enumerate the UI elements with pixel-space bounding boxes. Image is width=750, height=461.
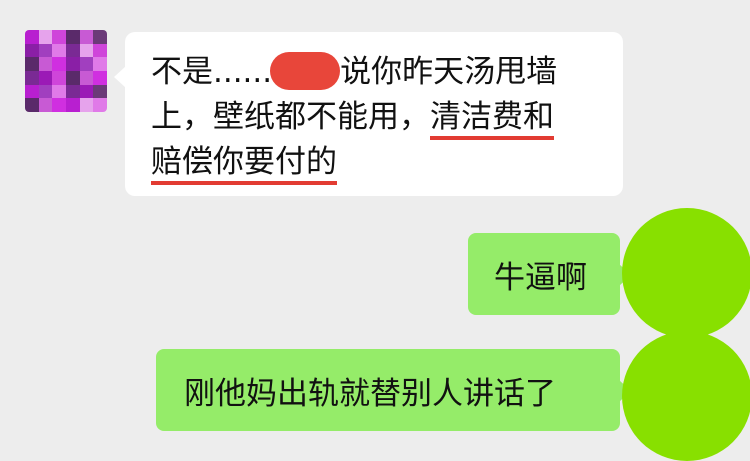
- mosaic-cell: [93, 57, 107, 71]
- mosaic-cell: [52, 30, 66, 44]
- outgoing-message-bubble[interactable]: 刚他妈出轨就替别人讲话了: [156, 349, 631, 431]
- mosaic-cell: [52, 57, 66, 71]
- mosaic-cell: [93, 71, 107, 85]
- mosaic-cell: [66, 98, 80, 112]
- mosaic-cell: [52, 98, 66, 112]
- message-text: 刚他妈出轨就替别人讲话了: [184, 375, 556, 412]
- mosaic-cell: [66, 43, 80, 58]
- mosaic-cell: [79, 71, 94, 85]
- mosaic-cell: [52, 84, 66, 99]
- message-line: 上，壁纸都不能用，清洁费和: [151, 95, 599, 140]
- incoming-message-bubble[interactable]: 不是...... 说你昨天汤甩墙 上，壁纸都不能用，清洁费和 赔偿你要付的: [114, 32, 623, 196]
- message-line: 赔偿你要付的: [151, 140, 599, 185]
- mosaic-cell: [52, 71, 66, 85]
- underlined-text: 赔偿你要付的: [151, 144, 337, 185]
- mosaic-cell: [79, 98, 94, 112]
- chat-view: 不是...... 说你昨天汤甩墙 上，壁纸都不能用，清洁费和 赔偿你要付的 牛逼啊…: [0, 0, 750, 461]
- redaction-mark: [270, 51, 341, 90]
- mosaic-cell: [66, 57, 80, 71]
- outgoing-message-bubble[interactable]: 牛逼啊: [468, 233, 631, 315]
- mosaic-cell: [93, 43, 107, 58]
- mosaic-cell: [93, 84, 107, 99]
- mosaic-cell: [25, 98, 39, 112]
- mosaic-cell: [25, 43, 39, 58]
- underlined-text: 清洁费和: [430, 99, 554, 140]
- mosaic-cell: [38, 71, 53, 85]
- mosaic-cell: [52, 43, 66, 58]
- mosaic-cell: [25, 57, 39, 71]
- mosaic-cell: [38, 43, 53, 58]
- mosaic-cell: [79, 84, 94, 99]
- mosaic-cell: [93, 98, 107, 112]
- mosaic-cell: [79, 43, 94, 58]
- mosaic-cell: [66, 84, 80, 99]
- mosaic-cell: [38, 98, 53, 112]
- mosaic-cell: [66, 30, 80, 44]
- mosaic-cell: [79, 57, 94, 71]
- mosaic-cell: [38, 57, 53, 71]
- mosaic-cell: [25, 30, 39, 44]
- message-text: 牛逼啊: [494, 259, 587, 296]
- mosaic-cell: [25, 84, 39, 99]
- user-avatar[interactable]: [622, 208, 750, 338]
- message-line: 不是...... 说你昨天汤甩墙: [151, 50, 599, 95]
- mosaic-cell: [66, 71, 80, 85]
- mosaic-cell: [38, 84, 53, 99]
- mosaic-cell: [79, 30, 94, 44]
- contact-avatar[interactable]: [25, 30, 107, 112]
- mosaic-cell: [38, 30, 53, 44]
- mosaic-cell: [25, 71, 39, 85]
- mosaic-cell: [93, 30, 107, 44]
